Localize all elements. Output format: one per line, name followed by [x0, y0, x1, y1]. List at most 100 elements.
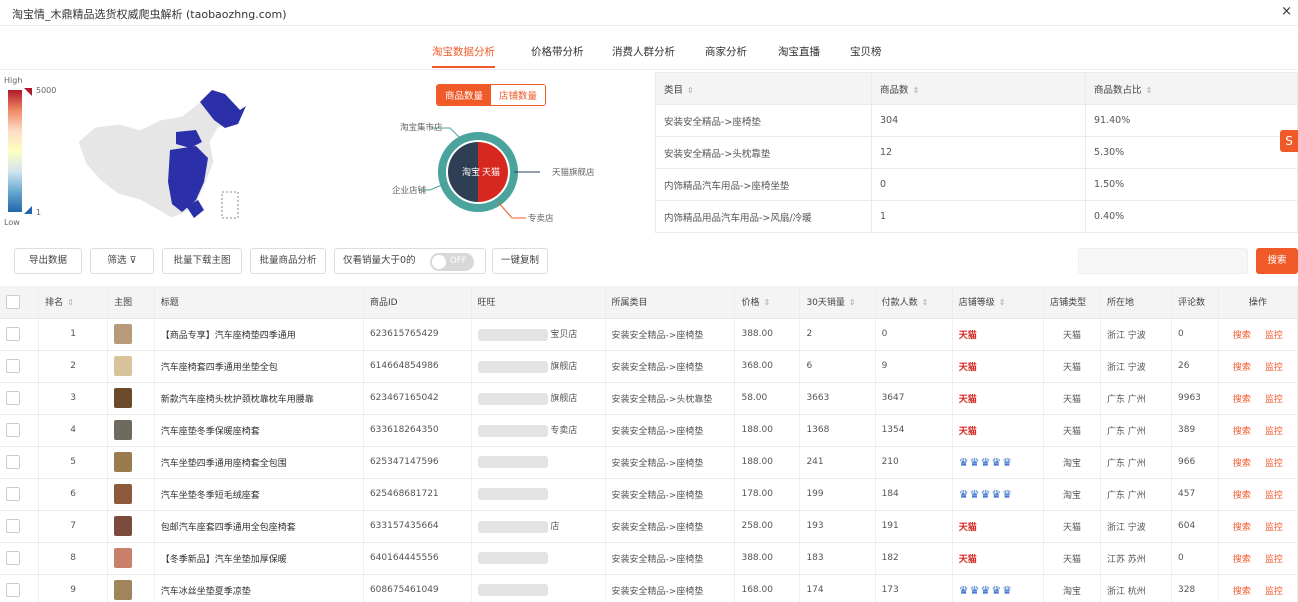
cell-image[interactable] — [107, 510, 155, 543]
product-thumbnail[interactable] — [114, 452, 133, 472]
product-title-link[interactable]: 包邮汽车座套四季通用全包座椅套 — [161, 523, 296, 533]
product-title-link[interactable]: 汽车坐垫四季通用座椅套全包围 — [161, 459, 287, 469]
table-row[interactable]: 6 汽车坐垫冬季短毛绒座套 625468681721 安装安全精品->座椅垫 178.… — [0, 478, 1298, 511]
cell-wangwang[interactable] — [471, 478, 606, 511]
monitor-action-link[interactable]: 监控 — [1265, 395, 1283, 405]
product-thumbnail[interactable] — [114, 548, 133, 568]
col-header-shop-level[interactable]: 店铺等级 ⇕ — [952, 286, 1045, 319]
sort-icon[interactable]: ⇕ — [67, 298, 74, 307]
search-action-link[interactable]: 搜索 — [1233, 555, 1251, 565]
search-action-link[interactable]: 搜索 — [1233, 491, 1251, 501]
search-action-link[interactable]: 搜索 — [1233, 459, 1251, 469]
monitor-action-link[interactable]: 监控 — [1265, 427, 1283, 437]
col-header-sales[interactable]: 30天销量 ⇕ — [799, 286, 876, 319]
cell-select[interactable] — [0, 510, 40, 543]
search-input[interactable] — [1078, 248, 1248, 274]
col-select-all[interactable] — [0, 286, 40, 319]
table-row[interactable]: 4 汽车座垫冬季保暖座椅套 633618264350 专卖店 安装安全精品->座椅垫 1… — [0, 414, 1298, 447]
tab-consumer[interactable]: 消费人群分析 — [612, 44, 675, 59]
col-header-share[interactable]: 商品数占比 ⇕ — [1085, 72, 1298, 105]
row-checkbox[interactable] — [6, 391, 20, 405]
cell-wangwang[interactable]: 旗舰店 — [471, 350, 606, 383]
cell-title[interactable]: 汽车冰丝坐垫夏季凉垫 — [154, 574, 364, 602]
cell-select[interactable] — [0, 478, 40, 511]
row-checkbox[interactable] — [6, 423, 20, 437]
filter-button[interactable]: 筛选 ⊽ — [90, 248, 154, 274]
table-row[interactable]: 2 汽车座椅套四季通用坐垫全包 614664854986 旗舰店 安装安全精品->座椅… — [0, 350, 1298, 383]
product-title-link[interactable]: 汽车座椅套四季通用坐垫全包 — [161, 363, 278, 373]
monitor-action-link[interactable]: 监控 — [1265, 459, 1283, 469]
product-thumbnail[interactable] — [114, 580, 133, 600]
cell-select[interactable] — [0, 414, 40, 447]
product-thumbnail[interactable] — [114, 420, 133, 440]
row-checkbox[interactable] — [6, 551, 20, 565]
table-row[interactable]: 1 【商品专享】汽车座椅垫四季通用 623615765429 宝贝店 安装安全精品->… — [0, 318, 1298, 351]
sort-icon[interactable]: ⇕ — [999, 298, 1006, 307]
table-row[interactable]: 5 汽车坐垫四季通用座椅套全包围 625347147596 安装安全精品->座椅垫 1… — [0, 446, 1298, 479]
col-header-rank[interactable]: 排名 ⇕ — [38, 286, 109, 319]
cell-wangwang[interactable]: 旗舰店 — [471, 382, 606, 415]
tab-price-band[interactable]: 价格带分析 — [531, 44, 584, 59]
sort-icon[interactable]: ⇕ — [1146, 86, 1153, 95]
col-header-count[interactable]: 商品数 ⇕ — [871, 72, 1086, 105]
row-checkbox[interactable] — [6, 487, 20, 501]
cell-title[interactable]: 包邮汽车座套四季通用全包座椅套 — [154, 510, 364, 543]
product-title-link[interactable]: 新款汽车座椅头枕护颈枕靠枕车用腰靠 — [161, 395, 314, 405]
row-checkbox[interactable] — [6, 519, 20, 533]
col-header-category[interactable]: 类目 ⇕ — [655, 72, 872, 105]
cell-image[interactable] — [107, 382, 155, 415]
cell-wangwang[interactable] — [471, 446, 606, 479]
cell-title[interactable]: 汽车座垫冬季保暖座椅套 — [154, 414, 364, 447]
cell-select[interactable] — [0, 318, 40, 351]
cell-image[interactable] — [107, 414, 155, 447]
col-header-price[interactable]: 价格 ⇕ — [734, 286, 801, 319]
product-title-link[interactable]: 【商品专享】汽车座椅垫四季通用 — [161, 331, 296, 341]
product-thumbnail[interactable] — [114, 324, 133, 344]
cell-wangwang[interactable] — [471, 574, 606, 602]
row-checkbox[interactable] — [6, 455, 20, 469]
search-action-link[interactable]: 搜索 — [1233, 363, 1251, 373]
cell-title[interactable]: 汽车座椅套四季通用坐垫全包 — [154, 350, 364, 383]
select-all-checkbox[interactable] — [6, 294, 20, 309]
product-thumbnail[interactable] — [114, 388, 133, 408]
product-title-link[interactable]: 汽车坐垫冬季短毛绒座套 — [161, 491, 260, 501]
cell-select[interactable] — [0, 350, 40, 383]
cell-select[interactable] — [0, 542, 40, 575]
close-icon[interactable]: × — [1281, 4, 1292, 19]
row-checkbox[interactable] — [6, 327, 20, 341]
bulk-analysis-button[interactable]: 批量商品分析 — [250, 248, 326, 274]
cell-image[interactable] — [107, 478, 155, 511]
product-thumbnail[interactable] — [114, 516, 133, 536]
sort-icon[interactable]: ⇕ — [913, 86, 920, 95]
cell-title[interactable]: 汽车坐垫四季通用座椅套全包围 — [154, 446, 364, 479]
table-row[interactable]: 9 汽车冰丝坐垫夏季凉垫 608675461049 安装安全精品->座椅垫 168.0… — [0, 574, 1298, 602]
tab-merchant[interactable]: 商家分析 — [705, 44, 747, 59]
monitor-action-link[interactable]: 监控 — [1265, 587, 1283, 597]
cell-select[interactable] — [0, 382, 40, 415]
product-thumbnail[interactable] — [114, 484, 133, 504]
row-checkbox[interactable] — [6, 359, 20, 373]
search-action-link[interactable]: 搜索 — [1233, 395, 1251, 405]
region-east[interactable] — [168, 146, 208, 212]
table-row[interactable]: 8 【冬季新品】汽车坐垫加厚保暖 640164445556 安装安全精品->座椅垫 3… — [0, 542, 1298, 575]
sort-icon[interactable]: ⇕ — [849, 298, 856, 307]
monitor-action-link[interactable]: 监控 — [1265, 523, 1283, 533]
cell-image[interactable] — [107, 350, 155, 383]
sales-switch[interactable]: OFF — [430, 253, 474, 271]
product-thumbnail[interactable] — [114, 356, 133, 376]
cell-select[interactable] — [0, 446, 40, 479]
export-button[interactable]: 导出数据 — [14, 248, 82, 274]
tab-ranking[interactable]: 宝贝榜 — [850, 44, 882, 59]
monitor-action-link[interactable]: 监控 — [1265, 491, 1283, 501]
cell-wangwang[interactable]: 专卖店 — [471, 414, 606, 447]
col-header-buyers[interactable]: 付款人数 ⇕ — [875, 286, 953, 319]
search-button[interactable]: 搜索 — [1256, 248, 1298, 274]
cell-title[interactable]: 【商品专享】汽车座椅垫四季通用 — [154, 318, 364, 351]
sort-icon[interactable]: ⇕ — [764, 298, 771, 307]
cell-image[interactable] — [107, 542, 155, 575]
cell-wangwang[interactable]: 店 — [471, 510, 606, 543]
tab-live[interactable]: 淘宝直播 — [778, 44, 820, 59]
cell-wangwang[interactable]: 宝贝店 — [471, 318, 606, 351]
monitor-action-link[interactable]: 监控 — [1265, 555, 1283, 565]
cell-title[interactable]: 【冬季新品】汽车坐垫加厚保暖 — [154, 542, 364, 575]
